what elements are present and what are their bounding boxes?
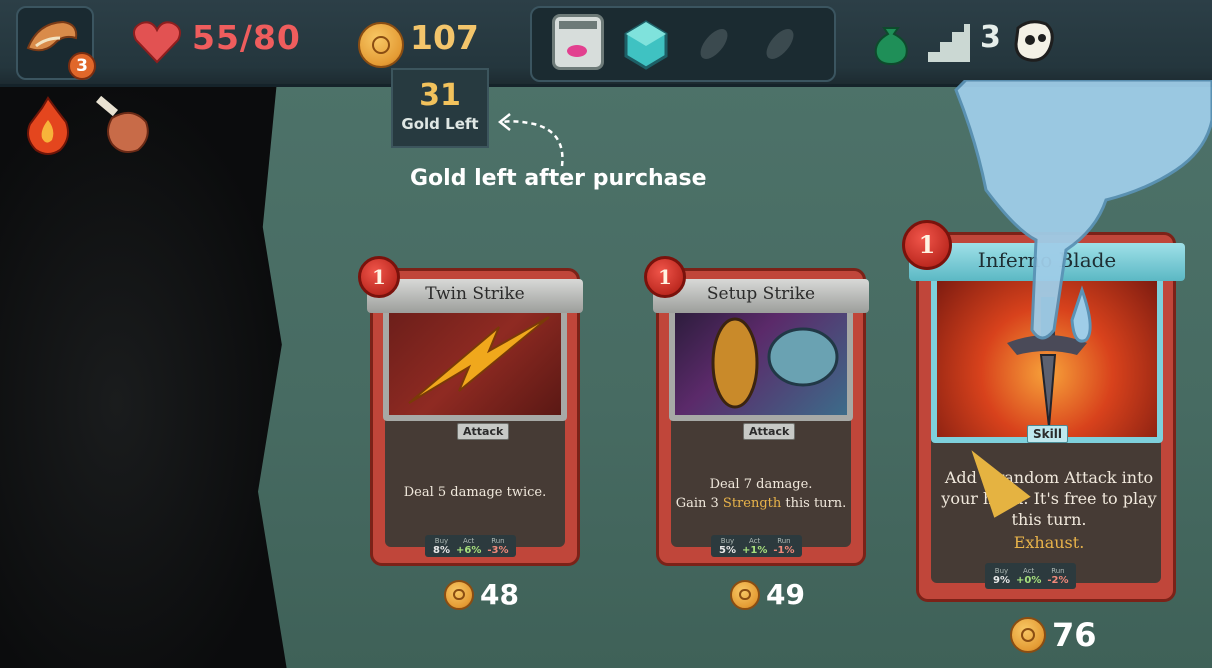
card-type-tag: Attack	[743, 423, 796, 440]
card-description: Deal 5 damage twice.	[403, 485, 547, 500]
card-price-value: 49	[766, 578, 805, 611]
stat-buy: 8%	[433, 545, 450, 556]
gold-value: 107	[410, 18, 479, 57]
stat-run: -2%	[1047, 575, 1069, 586]
card-art	[669, 301, 853, 421]
card-cost-badge: 1	[358, 256, 400, 298]
left-shadow-area	[0, 80, 290, 668]
floor-value: 3	[980, 20, 1001, 55]
character-portrait[interactable]: 3	[16, 6, 96, 80]
jar-potion-icon	[559, 21, 597, 57]
stat-run: -3%	[487, 545, 509, 556]
cube-potion-icon	[624, 20, 668, 70]
empty-potion-icon	[700, 29, 728, 59]
card-title-banner: Twin Strike	[367, 279, 583, 313]
twin-strike-art	[408, 316, 550, 404]
card-price: 76	[1010, 616, 1097, 654]
meat-relic-icon[interactable]	[92, 96, 154, 158]
card-stats: Buy 9% Act +0% Run -2%	[985, 563, 1077, 589]
gold-left-tooltip: 31 Gold Left	[391, 68, 489, 148]
stat-act: +6%	[455, 545, 482, 556]
heart-icon	[133, 21, 181, 64]
gold-coin-icon	[444, 579, 474, 610]
card-stats: Buy 8% Act +6% Run -3%	[425, 535, 517, 557]
gold-coin-icon	[730, 579, 760, 610]
shop-card-setup-strike[interactable]: Setup Strike Attack Deal 7 damage. Gain …	[653, 268, 869, 566]
setup-strike-art	[711, 317, 839, 409]
keyword-strength: Strength	[722, 496, 782, 511]
hint-arrow-icon	[497, 113, 564, 167]
gold-coin-icon	[1010, 617, 1046, 653]
keyword-exhaust: Exhaust.	[1013, 533, 1085, 552]
ascension-level: 3	[76, 56, 88, 76]
gold-left-label: Gold Left	[401, 115, 479, 133]
gold-left-value: 31	[419, 78, 461, 113]
potion-slot-cube[interactable]	[620, 14, 672, 70]
stairs-icon	[928, 24, 970, 62]
burning-blood-relic-icon[interactable]	[22, 94, 74, 158]
potion-slot-jar[interactable]	[552, 14, 604, 70]
card-art	[383, 301, 567, 421]
card-price-value: 76	[1052, 616, 1097, 654]
stat-buy: 5%	[719, 545, 736, 556]
description-text: this turn.	[781, 496, 847, 511]
ascension-badge: 3	[68, 52, 96, 80]
card-type-tag: Attack	[457, 423, 510, 440]
card-title-banner: Setup Strike	[653, 279, 869, 313]
description-line: Deal 7 damage.	[709, 477, 813, 492]
hint-text: Gold left after purchase	[410, 166, 707, 191]
empty-potion-icon	[766, 29, 794, 59]
card-description: Deal 7 damage. Gain 3 Strength this turn…	[673, 475, 849, 513]
card-cost-badge: 1	[644, 256, 686, 298]
map-skull-icon[interactable]	[1010, 18, 1056, 66]
description-text: Gain 3	[675, 496, 723, 511]
stat-buy: 9%	[993, 575, 1010, 586]
money-bag-icon[interactable]	[868, 20, 914, 66]
card-title: Setup Strike	[706, 284, 816, 304]
stat-run: -1%	[773, 545, 795, 556]
stat-act: +1%	[741, 545, 768, 556]
hp-value: 55/80	[192, 18, 301, 57]
merchant-hand	[954, 80, 1212, 343]
potion-slot-empty-2[interactable]	[756, 18, 804, 66]
card-stats: Buy 5% Act +1% Run -1%	[711, 535, 803, 557]
potion-slot-empty-1[interactable]	[690, 18, 738, 66]
description-line: Gain 3 Strength this turn.	[673, 494, 849, 513]
shop-card-twin-strike[interactable]: Twin Strike Attack Deal 5 damage twice. …	[367, 268, 583, 566]
card-title: Twin Strike	[425, 284, 525, 304]
card-price-value: 48	[480, 578, 519, 611]
card-price: 48	[444, 578, 519, 611]
stat-act: +0%	[1015, 575, 1042, 586]
gold-coin-icon	[358, 22, 404, 68]
card-cost-badge: 1	[902, 220, 952, 270]
card-type-tag: Skill	[1027, 425, 1068, 443]
card-price: 49	[730, 578, 805, 611]
